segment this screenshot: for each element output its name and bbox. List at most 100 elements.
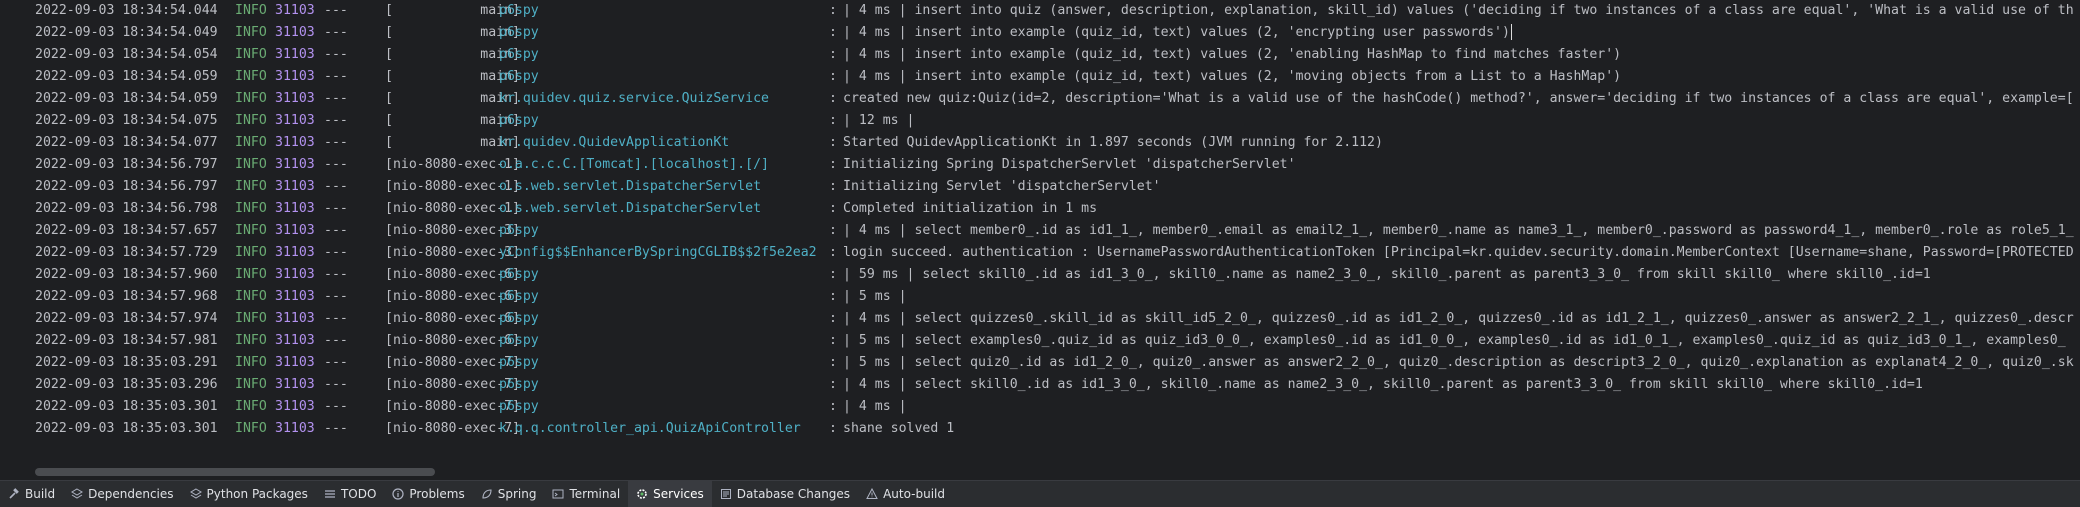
log-timestamp: 2022-09-03 18:34:57.960 <box>35 267 218 282</box>
tool-tab-problems[interactable]: Problems <box>384 481 472 507</box>
log-message: | 4 ms | insert into quiz (answer, descr… <box>843 3 2074 18</box>
log-colon: : <box>829 289 837 304</box>
log-logger: p6spy <box>499 377 539 392</box>
tool-tab-label: Dependencies <box>88 487 174 501</box>
tool-tab-python-packages[interactable]: Python Packages <box>182 481 316 507</box>
log-level: INFO <box>235 157 267 172</box>
log-level: INFO <box>235 289 267 304</box>
log-timestamp: 2022-09-03 18:35:03.301 <box>35 399 218 414</box>
tool-tab-terminal[interactable]: Terminal <box>544 481 628 507</box>
log-thread: [nio-8080-exec-7] <box>385 421 520 436</box>
log-separator: --- <box>324 289 348 304</box>
log-thread: [nio-8080-exec-1] <box>385 157 520 172</box>
log-pid: 31103 <box>275 223 315 238</box>
log-separator: --- <box>324 267 348 282</box>
log-colon: : <box>829 25 837 40</box>
log-message: Initializing Spring DispatcherServlet 'd… <box>843 157 1296 172</box>
services-gear-icon <box>636 488 648 500</box>
log-message: | 4 ms | insert into example (quiz_id, t… <box>843 69 1622 84</box>
log-logger: p6spy <box>499 25 539 40</box>
tool-tab-label: Terminal <box>569 487 621 501</box>
log-level: INFO <box>235 333 267 348</box>
log-colon: : <box>829 69 837 84</box>
list-icon <box>324 488 336 500</box>
tool-tab-auto-build[interactable]: Auto-build <box>858 481 953 507</box>
log-thread: [nio-8080-exec-7] <box>385 399 520 414</box>
log-thread: [nio-8080-exec-3] <box>385 245 520 260</box>
log-pid: 31103 <box>275 421 315 436</box>
log-level: INFO <box>235 399 267 414</box>
log-logger: kr.quidev.QuidevApplicationKt <box>499 135 730 150</box>
log-pid: 31103 <box>275 289 315 304</box>
bottom-tool-window-bar: Build Dependencies Python Packages TODO Prob… <box>0 480 2080 507</box>
tool-tab-spring[interactable]: Spring <box>473 481 545 507</box>
tool-tab-database-changes[interactable]: Database Changes <box>712 481 858 507</box>
log-thread: [nio-8080-exec-6] <box>385 267 520 282</box>
log-level: INFO <box>235 267 267 282</box>
log-colon: : <box>829 3 837 18</box>
log-logger: p6spy <box>499 113 539 128</box>
log-separator: --- <box>324 179 348 194</box>
log-level: INFO <box>235 135 267 150</box>
log-colon: : <box>829 421 837 436</box>
log-message: | 4 ms | insert into example (quiz_id, t… <box>843 47 1622 62</box>
log-pid: 31103 <box>275 3 315 18</box>
tool-tab-build[interactable]: Build <box>0 481 63 507</box>
warning-triangle-icon <box>866 488 878 500</box>
log-message: | 4 ms | insert into example (quiz_id, t… <box>843 24 1512 40</box>
log-level: INFO <box>235 25 267 40</box>
horizontal-scrollbar[interactable] <box>35 468 435 476</box>
log-separator: --- <box>324 355 348 370</box>
terminal-icon <box>552 488 564 500</box>
log-logger: o.a.c.c.C.[Tomcat].[localhost].[/] <box>499 157 769 172</box>
log-level: INFO <box>235 311 267 326</box>
log-separator: --- <box>324 377 348 392</box>
log-message: | 5 ms | select quiz0_.id as id1_2_0_, q… <box>843 355 2074 370</box>
log-colon: : <box>829 223 837 238</box>
spring-leaf-icon <box>481 488 493 500</box>
log-logger: k.q.q.controller_api.QuizApiController <box>499 421 801 436</box>
log-thread: [nio-8080-exec-3] <box>385 223 520 238</box>
log-message: created new quiz:Quiz(id=2, description=… <box>843 91 2074 106</box>
log-level: INFO <box>235 113 267 128</box>
log-thread: [nio-8080-exec-1] <box>385 201 520 216</box>
log-logger: p6spy <box>499 3 539 18</box>
log-logger: o.s.web.servlet.DispatcherServlet <box>499 179 762 194</box>
log-thread: [ main] <box>385 113 520 128</box>
log-logger: p6spy <box>499 47 539 62</box>
tool-tab-services[interactable]: Services <box>628 481 712 507</box>
log-pid: 31103 <box>275 69 315 84</box>
log-logger: kr.quidev.quiz.service.QuizService <box>499 91 769 106</box>
log-colon: : <box>829 333 837 348</box>
log-pid: 31103 <box>275 311 315 326</box>
log-level: INFO <box>235 421 267 436</box>
log-logger: yConfig$$EnhancerBySpringCGLIB$$2f5e2ea2 <box>499 245 817 260</box>
console-output[interactable]: 2022-09-03 18:34:54.044 INFO 31103 --- [ mai… <box>0 0 2080 466</box>
log-thread: [nio-8080-exec-6] <box>385 311 520 326</box>
log-timestamp: 2022-09-03 18:34:57.968 <box>35 289 218 304</box>
log-colon: : <box>829 267 837 282</box>
log-thread: [nio-8080-exec-6] <box>385 289 520 304</box>
log-pid: 31103 <box>275 25 315 40</box>
log-message: Started QuidevApplicationKt in 1.897 sec… <box>843 135 1383 150</box>
log-logger: p6spy <box>499 289 539 304</box>
log-thread: [nio-8080-exec-6] <box>385 333 520 348</box>
log-timestamp: 2022-09-03 18:34:54.054 <box>35 47 218 62</box>
database-changes-icon <box>720 488 732 500</box>
log-timestamp: 2022-09-03 18:34:57.657 <box>35 223 218 238</box>
info-circle-icon <box>392 488 405 500</box>
log-message: | 4 ms | select quizzes0_.skill_id as sk… <box>843 311 2074 326</box>
tool-tab-label: Database Changes <box>736 487 851 501</box>
log-timestamp: 2022-09-03 18:34:54.044 <box>35 3 218 18</box>
log-thread: [ main] <box>385 47 520 62</box>
log-message: shane solved 1 <box>843 421 955 436</box>
layers-icon <box>71 488 84 500</box>
log-separator: --- <box>324 135 348 150</box>
log-colon: : <box>829 157 837 172</box>
log-separator: --- <box>324 47 348 62</box>
tool-tab-dependencies[interactable]: Dependencies <box>63 481 181 507</box>
log-message: | 4 ms | select member0_.id as id1_1_, m… <box>843 223 2074 238</box>
tool-tab-todo[interactable]: TODO <box>316 481 384 507</box>
layers-icon <box>189 488 202 500</box>
log-colon: : <box>829 311 837 326</box>
